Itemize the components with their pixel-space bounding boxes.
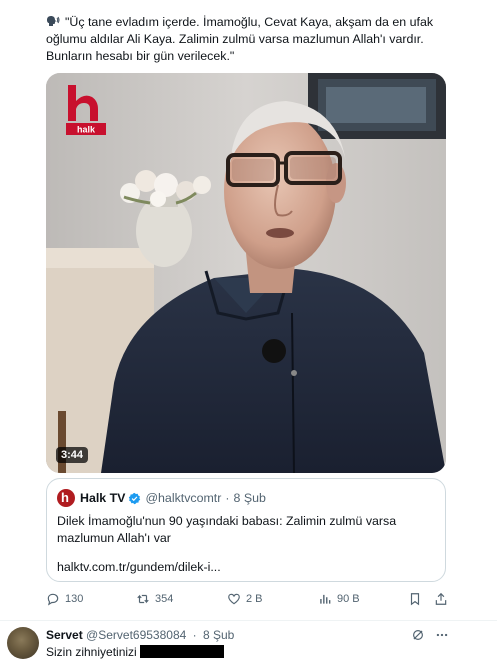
views-count: 90 B (337, 593, 360, 605)
share-icon (435, 592, 447, 605)
tweet-actions: 130 354 2 B 90 B (46, 592, 448, 612)
reply-text: Sizin zihniyetinizi (46, 645, 224, 659)
reply-body: Sizin zihniyetinizi (46, 645, 137, 659)
retweet-button[interactable]: 354 (136, 592, 173, 606)
retweet-icon (137, 594, 149, 604)
reply-author-handle[interactable]: @Servet69538084 (86, 628, 186, 642)
reply-tweet[interactable]: Servet @Servet69538084 · 8 Şub Sizin zih… (0, 620, 497, 667)
quote-header: h Halk TV @halktvcomtr · 8 Şub (57, 489, 266, 507)
more-options-icon[interactable] (435, 628, 449, 642)
quote-link[interactable]: halktv.com.tr/gundem/dilek-i... (57, 560, 221, 574)
retweet-count: 354 (155, 593, 174, 605)
quote-author-handle[interactable]: @halktvcomtr (145, 491, 221, 505)
quoted-tweet-card[interactable]: h Halk TV @halktvcomtr · 8 Şub Dilek İma… (46, 478, 446, 582)
speaking-head-icon (47, 16, 60, 26)
quote-date[interactable]: 8 Şub (234, 491, 266, 505)
reply-count: 130 (65, 593, 84, 605)
video-player[interactable]: halk 3:44 (46, 73, 446, 473)
bookmark-icon (410, 593, 420, 606)
avatar[interactable]: h (57, 489, 75, 507)
separator: · (192, 628, 197, 642)
grok-icon[interactable] (411, 628, 425, 642)
bookmark-button[interactable] (408, 592, 422, 609)
like-count: 2 B (246, 593, 263, 605)
tweet-text: "Üç tane evladım içerde. İmamoğlu, Cevat… (46, 14, 446, 65)
video-duration: 3:44 (56, 447, 89, 463)
verified-badge-icon (129, 492, 141, 504)
reply-date[interactable]: 8 Şub (203, 628, 234, 642)
avatar[interactable] (7, 627, 39, 659)
heart-icon (228, 593, 240, 605)
quote-author-name[interactable]: Halk TV (80, 491, 125, 505)
like-button[interactable]: 2 B (227, 592, 263, 606)
redaction-bar (139, 645, 224, 658)
reply-author-name[interactable]: Servet (46, 628, 83, 642)
tweet-body: "Üç tane evladım içerde. İmamoğlu, Cevat… (46, 15, 434, 63)
share-button[interactable] (434, 592, 448, 609)
video-frame (46, 73, 446, 473)
reply-header: Servet @Servet69538084 · 8 Şub (46, 628, 234, 642)
quote-text: Dilek İmamoğlu'nun 90 yaşındaki babası: … (57, 514, 397, 545)
separator: · (225, 491, 230, 505)
reply-icon (47, 593, 59, 606)
views-button[interactable]: 90 B (318, 592, 360, 606)
halk-tv-logo: halk (66, 85, 106, 137)
svg-text:halk: halk (77, 125, 96, 135)
reply-icons (411, 628, 449, 642)
views-chart-icon (320, 594, 331, 604)
reply-button[interactable]: 130 (46, 592, 83, 606)
